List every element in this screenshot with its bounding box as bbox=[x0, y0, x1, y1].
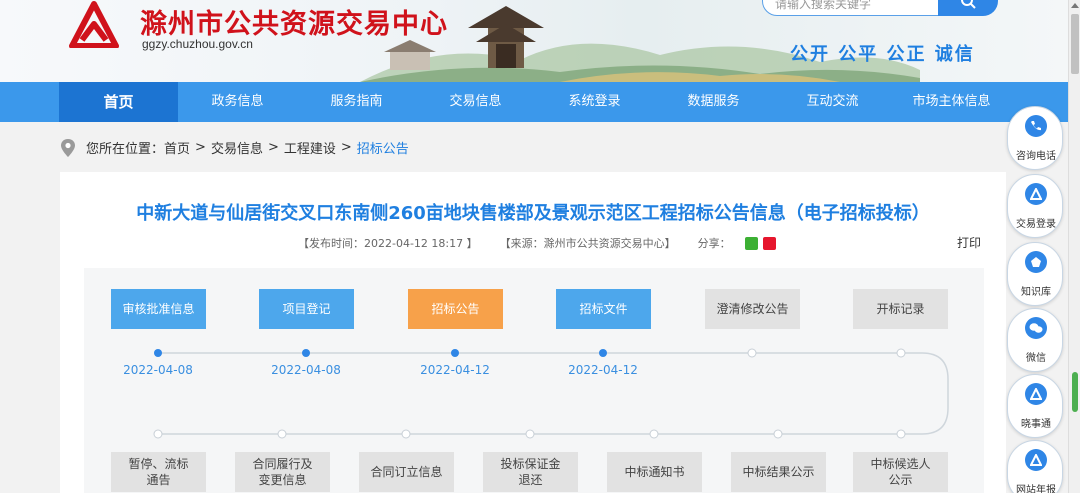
nav-item-trade-info[interactable]: 交易信息 bbox=[416, 82, 535, 122]
site-header: 滁州市公共资源交易中心 ggzy.chuzhou.gov.cn 请输入搜索关键字… bbox=[0, 0, 1068, 82]
breadcrumb-separator: > bbox=[340, 140, 352, 155]
timeline-node bbox=[401, 429, 411, 439]
step-clarification-notice[interactable]: 澄清修改公告 bbox=[705, 289, 800, 329]
float-label: 网站年报 bbox=[1016, 485, 1056, 493]
nav-item-system-login[interactable]: 系统登录 bbox=[535, 82, 654, 122]
article-panel: 中新大道与仙居街交叉口东南侧260亩地块售楼部及景观示范区工程招标公告信息（电子… bbox=[60, 172, 1006, 493]
step-tender-documents[interactable]: 招标文件 bbox=[556, 289, 651, 329]
login-icon bbox=[1025, 183, 1047, 205]
timeline-node bbox=[451, 349, 459, 357]
search-input[interactable]: 请输入搜索关键字 bbox=[762, 0, 940, 16]
timeline-node bbox=[525, 429, 535, 439]
xiaoshitong-icon bbox=[1025, 383, 1047, 405]
article-source: 【来源：滁州市公共资源交易中心】 bbox=[499, 237, 676, 250]
publish-time: 【发布时间：2022-04-12 18:17 】 bbox=[298, 237, 478, 250]
breadcrumb: 您所在位置： 首页 > 交易信息 > 工程建设 > 招标公告 bbox=[60, 138, 409, 157]
timeline-node bbox=[153, 429, 163, 439]
step-date: 2022-04-08 bbox=[271, 363, 341, 377]
weibo-share-icon[interactable] bbox=[762, 236, 776, 250]
page-scrollbar[interactable] bbox=[1068, 0, 1080, 493]
breadcrumb-home[interactable]: 首页 bbox=[164, 138, 190, 157]
scroll-indicator bbox=[1072, 372, 1078, 412]
scroll-up-icon[interactable] bbox=[1071, 3, 1079, 8]
timeline-node bbox=[896, 429, 906, 439]
search-icon bbox=[961, 0, 976, 9]
step-award-notice[interactable]: 中标通知书 bbox=[607, 452, 702, 492]
nav-item-market-entity[interactable]: 市场主体信息 bbox=[892, 82, 1011, 122]
phone-icon bbox=[1025, 115, 1047, 137]
breadcrumb-current[interactable]: 招标公告 bbox=[357, 138, 409, 157]
float-consult-phone[interactable]: 咨询电话 bbox=[1007, 106, 1063, 170]
report-icon bbox=[1025, 449, 1047, 471]
float-label: 晓事通 bbox=[1021, 419, 1051, 430]
step-contract-signing[interactable]: 合同订立信息 bbox=[359, 452, 454, 492]
nav-item-interaction[interactable]: 互动交流 bbox=[773, 82, 892, 122]
timeline-node bbox=[302, 349, 310, 357]
wechat-share-icon[interactable] bbox=[744, 236, 758, 250]
float-label: 咨询电话 bbox=[1016, 151, 1056, 162]
wechat-icon bbox=[1025, 317, 1047, 339]
article-title: 中新大道与仙居街交叉口东南侧260亩地块售楼部及景观示范区工程招标公告信息（电子… bbox=[136, 203, 930, 224]
process-flow: 审核批准信息 项目登记 招标公告 招标文件 澄清修改公告 开标记录 2022-0… bbox=[84, 268, 984, 493]
float-knowledge-base[interactable]: 知识库 bbox=[1007, 242, 1063, 306]
breadcrumb-trade-info[interactable]: 交易信息 bbox=[211, 138, 263, 157]
print-button[interactable]: 打印 bbox=[957, 234, 981, 251]
location-pin-icon bbox=[61, 138, 75, 157]
breadcrumb-prefix: 您所在位置： bbox=[86, 142, 165, 157]
share-label: 分享： bbox=[697, 237, 731, 250]
timeline-node bbox=[599, 349, 607, 357]
nav-item-service-guide[interactable]: 服务指南 bbox=[297, 82, 416, 122]
step-tender-notice[interactable]: 招标公告 bbox=[408, 289, 503, 329]
step-award-candidates[interactable]: 中标候选人 公示 bbox=[853, 452, 948, 492]
timeline-node bbox=[277, 429, 287, 439]
float-label: 微信 bbox=[1026, 353, 1046, 364]
site-logo-icon[interactable] bbox=[68, 0, 120, 48]
scroll-thumb[interactable] bbox=[1071, 14, 1079, 74]
float-annual-report[interactable]: 网站年报 bbox=[1007, 440, 1063, 493]
float-wechat[interactable]: 微信 bbox=[1007, 308, 1063, 372]
step-deposit-refund[interactable]: 投标保证金 退还 bbox=[483, 452, 578, 492]
step-project-registration[interactable]: 项目登记 bbox=[259, 289, 354, 329]
step-contract-performance[interactable]: 合同履行及 变更信息 bbox=[235, 452, 330, 492]
step-date: 2022-04-08 bbox=[123, 363, 193, 377]
knowledge-icon bbox=[1025, 251, 1047, 273]
article-meta: 【发布时间：2022-04-12 18:17 】 【来源：滁州市公共资源交易中心… bbox=[298, 235, 781, 251]
main-nav: 首页 政务信息 服务指南 交易信息 系统登录 数据服务 互动交流 市场主体信息 bbox=[0, 82, 1068, 122]
step-date: 2022-04-12 bbox=[420, 363, 490, 377]
breadcrumb-separator: > bbox=[267, 140, 279, 155]
breadcrumb-engineering[interactable]: 工程建设 bbox=[284, 138, 336, 157]
float-label: 交易登录 bbox=[1016, 219, 1056, 230]
nav-item-home[interactable]: 首页 bbox=[59, 82, 178, 122]
search-button[interactable] bbox=[938, 0, 998, 16]
timeline-node bbox=[154, 349, 162, 357]
step-approval-info[interactable]: 审核批准信息 bbox=[111, 289, 206, 329]
nav-item-government-info[interactable]: 政务信息 bbox=[178, 82, 297, 122]
breadcrumb-separator: > bbox=[195, 140, 206, 155]
step-suspension-notice[interactable]: 暂停、流标 通告 bbox=[111, 452, 206, 492]
timeline-node bbox=[649, 429, 659, 439]
step-award-result[interactable]: 中标结果公示 bbox=[731, 452, 826, 492]
nav-item-data-service[interactable]: 数据服务 bbox=[654, 82, 773, 122]
timeline-node bbox=[773, 429, 783, 439]
float-xiaoshitong[interactable]: 晓事通 bbox=[1007, 374, 1063, 438]
step-date: 2022-04-12 bbox=[568, 363, 638, 377]
step-bid-opening-record[interactable]: 开标记录 bbox=[853, 289, 948, 329]
site-url: ggzy.chuzhou.gov.cn bbox=[142, 37, 253, 51]
timeline-node bbox=[896, 348, 906, 358]
site-slogan: 公开 公平 公正 诚信 bbox=[790, 44, 975, 65]
float-trade-login[interactable]: 交易登录 bbox=[1007, 174, 1063, 238]
timeline-node bbox=[747, 348, 757, 358]
float-label: 知识库 bbox=[1021, 287, 1051, 298]
